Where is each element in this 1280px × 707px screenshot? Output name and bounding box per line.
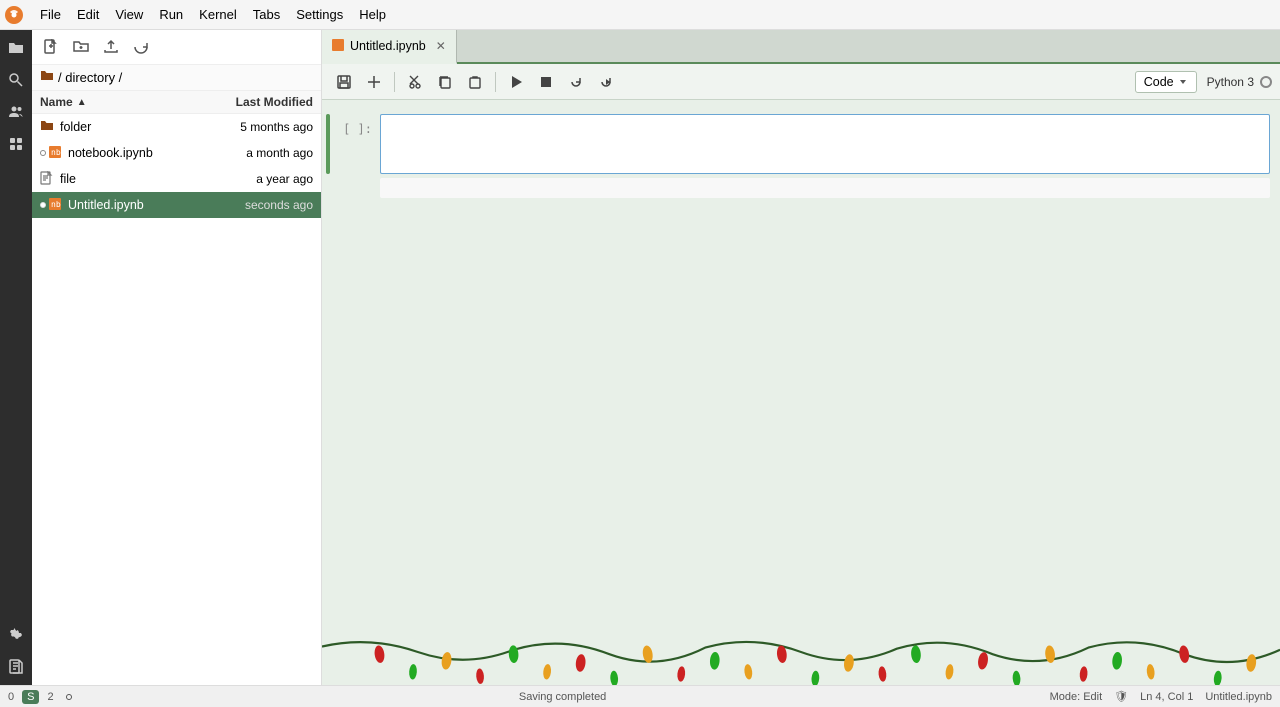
sidebar-users-btn[interactable] (2, 98, 30, 126)
refresh-button[interactable] (128, 34, 154, 60)
app-logo (4, 5, 24, 25)
file-icon (40, 171, 54, 188)
new-folder-button[interactable] (68, 34, 94, 60)
notebook-icon: nb (48, 197, 62, 214)
menu-file[interactable]: File (32, 5, 69, 24)
list-item[interactable]: nb notebook.ipynb a month ago (32, 140, 321, 166)
status-zero: 0 (8, 691, 14, 703)
menu-settings[interactable]: Settings (288, 5, 351, 24)
output-row (322, 178, 1280, 198)
python-label: Python 3 (1207, 75, 1254, 89)
copy-button[interactable] (431, 68, 459, 96)
open-indicator (40, 202, 46, 208)
status-left: 0 S 2 (8, 690, 76, 704)
status-message: Saving completed (76, 691, 1050, 703)
notebook-tab[interactable]: Untitled.ipynb ✕ (322, 30, 457, 64)
status-s-badge: S (22, 690, 39, 704)
notebook-content: [ ]: (322, 100, 1280, 685)
tab-bar: Untitled.ipynb ✕ (322, 30, 1280, 64)
notebook-area: Untitled.ipynb ✕ (322, 30, 1280, 685)
cell-type-selector[interactable]: Code (1135, 71, 1197, 93)
svg-text:nb: nb (51, 148, 61, 157)
icon-sidebar (0, 30, 32, 685)
menu-tabs[interactable]: Tabs (245, 5, 288, 24)
file-toolbar (32, 30, 321, 65)
sidebar-files-btn[interactable] (2, 653, 30, 681)
menu-bar: File Edit View Run Kernel Tabs Settings … (0, 0, 1280, 30)
file-modified: a year ago (203, 172, 313, 186)
cell-row: [ ]: (322, 114, 1280, 174)
run-button[interactable] (502, 68, 530, 96)
list-item[interactable]: file a year ago (32, 166, 321, 192)
settings-cog-icon (62, 690, 76, 704)
edit-mode: Mode: Edit (1050, 691, 1103, 703)
menu-help[interactable]: Help (351, 5, 394, 24)
kernel-status-circle (1260, 76, 1272, 88)
svg-text:nb: nb (51, 200, 61, 209)
cell-type-label: Code (1144, 75, 1174, 89)
file-name: notebook.ipynb (68, 146, 203, 160)
menu-kernel[interactable]: Kernel (191, 5, 245, 24)
menu-edit[interactable]: Edit (69, 5, 107, 24)
open-indicator (40, 150, 46, 156)
list-item[interactable]: folder 5 months ago (32, 114, 321, 140)
status-right: Mode: Edit 🛡 Ln 4, Col 1 Untitled.ipynb (1050, 690, 1272, 703)
restart-button[interactable] (562, 68, 590, 96)
list-item[interactable]: nb Untitled.ipynb seconds ago (32, 192, 321, 218)
sidebar-settings-btn[interactable] (2, 621, 30, 649)
menu-view[interactable]: View (107, 5, 151, 24)
breadcrumb-text: / directory / (58, 70, 122, 85)
file-panel: / directory / Name ▲ Last Modified folde… (32, 30, 322, 685)
sidebar-extensions-btn[interactable] (2, 130, 30, 158)
cut-button[interactable] (401, 68, 429, 96)
notebook-icon: nb (48, 145, 62, 162)
toolbar-divider (394, 72, 395, 92)
output-prompt (330, 178, 380, 186)
col-modified-header[interactable]: Last Modified (193, 95, 313, 109)
sidebar-folder-btn[interactable] (2, 34, 30, 62)
sidebar-search-btn[interactable] (2, 66, 30, 94)
add-cell-button[interactable] (360, 68, 388, 96)
upload-button[interactable] (98, 34, 124, 60)
file-modified: seconds ago (203, 198, 313, 212)
sort-arrow-icon: ▲ (77, 97, 87, 108)
file-modified: 5 months ago (203, 120, 313, 134)
file-name: file (60, 172, 203, 186)
breadcrumb-folder-icon (40, 69, 54, 86)
python-indicator: Python 3 (1207, 75, 1272, 89)
breadcrumb: / directory / (32, 65, 321, 91)
stop-button[interactable] (532, 68, 560, 96)
status-bar: 0 S 2 Saving completed Mode: Edit 🛡 Ln 4… (0, 685, 1280, 707)
christmas-lights (322, 630, 1280, 685)
save-button[interactable] (330, 68, 358, 96)
tab-notebook-icon (332, 39, 344, 54)
cell-output (380, 178, 1270, 198)
file-modified: a month ago (203, 146, 313, 160)
file-list: folder 5 months ago nb notebook.ipynb a … (32, 114, 321, 685)
new-file-button[interactable] (38, 34, 64, 60)
tab-label: Untitled.ipynb (350, 39, 426, 53)
file-name: folder (60, 120, 203, 134)
file-list-header: Name ▲ Last Modified (32, 91, 321, 114)
restart-run-button[interactable] (592, 68, 620, 96)
cell-input[interactable] (380, 114, 1270, 174)
status-filename: Untitled.ipynb (1205, 691, 1272, 703)
cursor-position: Ln 4, Col 1 (1140, 691, 1193, 703)
cell-prompt: [ ]: (330, 114, 380, 136)
status-two: 2 (47, 691, 53, 703)
file-name: Untitled.ipynb (68, 198, 203, 212)
toolbar-divider-2 (495, 72, 496, 92)
paste-button[interactable] (461, 68, 489, 96)
folder-icon (40, 119, 54, 136)
menu-run[interactable]: Run (151, 5, 191, 24)
col-name-header[interactable]: Name ▲ (40, 95, 193, 109)
notebook-toolbar: Code Python 3 (322, 64, 1280, 100)
tab-close-button[interactable]: ✕ (436, 39, 446, 53)
shield-icon: 🛡 (1114, 690, 1128, 703)
